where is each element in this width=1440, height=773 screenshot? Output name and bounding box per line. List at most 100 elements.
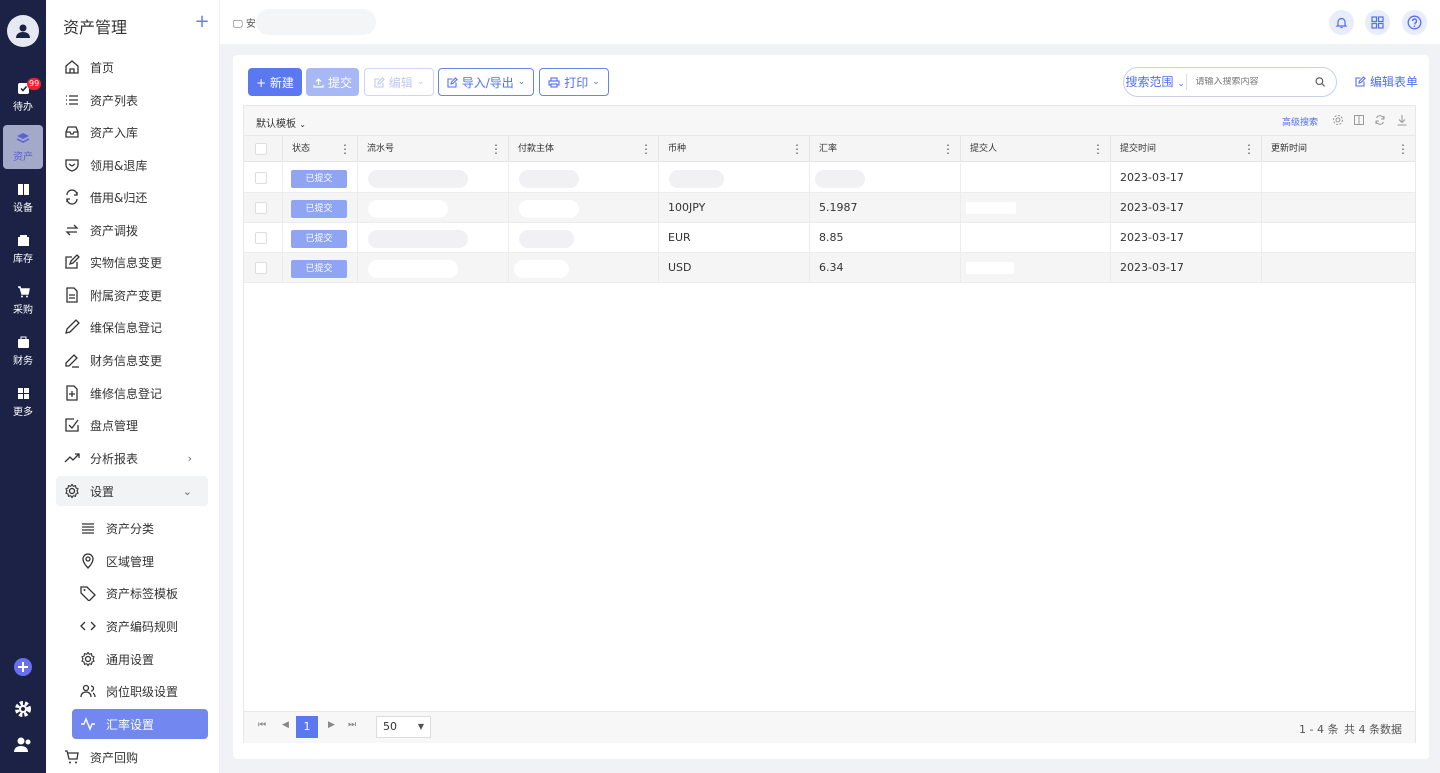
location-icon	[82, 553, 94, 569]
rail-item-assets[interactable]: 资产	[3, 125, 43, 169]
menu-item-physical-change[interactable]: 实物信息变更	[56, 247, 208, 277]
first-page-icon[interactable]: ⏮	[258, 720, 266, 730]
settings-icon[interactable]	[1332, 114, 1344, 126]
menu-item-label: 盘点管理	[90, 418, 139, 433]
menu-item-maintenance-register[interactable]: 维保信息登记	[56, 312, 208, 342]
download-icon[interactable]	[1396, 114, 1408, 126]
column-menu-icon[interactable]: ⋮	[490, 136, 502, 162]
rail-item-todo[interactable]: 待办 99	[3, 75, 43, 119]
rail-users-button[interactable]	[12, 734, 34, 756]
column-header-rate[interactable]: 汇率 ⋮	[810, 136, 961, 162]
column-menu-icon[interactable]: ⋮	[1092, 136, 1104, 162]
edit-button[interactable]: 编辑 ⌄	[364, 68, 434, 96]
submenu-item-general[interactable]: 通用设置	[72, 644, 208, 674]
menu-item-label: 资产调拨	[90, 223, 139, 238]
column-header-currency[interactable]: 币种 ⋮	[659, 136, 810, 162]
menu-item-settings[interactable]: 设置 ⌄	[56, 476, 208, 506]
table-row[interactable]: 已提交 2023-03-17	[244, 163, 1415, 193]
menu-item-receive-return[interactable]: 领用&退库	[56, 150, 208, 180]
column-header-serial[interactable]: 流水号 ⋮	[358, 136, 509, 162]
menu-item-reports[interactable]: 分析报表 ›	[56, 443, 208, 473]
notification-button[interactable]	[1329, 10, 1354, 35]
menu-item-home[interactable]: 首页	[56, 52, 208, 82]
next-page-icon[interactable]: ▶	[328, 720, 335, 730]
row-checkbox[interactable]	[255, 172, 267, 184]
columns-icon[interactable]	[1353, 114, 1365, 126]
rail-item-device[interactable]: 设备	[3, 176, 43, 220]
redacted-value	[519, 230, 574, 248]
table-row[interactable]: 已提交 USD 6.34 2023-03-17	[244, 253, 1415, 283]
rail-item-inventory[interactable]: 库存	[3, 227, 43, 271]
menu-item-asset-list[interactable]: 资产列表	[56, 85, 208, 115]
menu-item-buyback[interactable]: 资产回购	[56, 742, 208, 772]
print-button[interactable]: 打印 ⌄	[539, 68, 609, 96]
column-menu-icon[interactable]: ⋮	[339, 136, 351, 162]
rail-label-device: 设备	[13, 202, 33, 214]
column-header-submitter[interactable]: 提交人 ⋮	[961, 136, 1111, 162]
last-page-icon[interactable]: ⏭	[348, 720, 356, 730]
table-header: 状态 ⋮ 流水号 ⋮ 付款主体 ⋮ 币种 ⋮ 汇率 ⋮ 提交人 ⋮ 提交时间 ⋮ 更新时间 ⋮	[244, 136, 1415, 162]
chevron-down-icon: ⌄	[299, 120, 306, 129]
search-scope-dropdown[interactable]: 搜索范围 ⌄	[1124, 74, 1188, 90]
column-menu-icon[interactable]: ⋮	[791, 136, 803, 162]
rail-settings-button[interactable]	[12, 698, 34, 720]
cart-icon	[65, 750, 79, 764]
column-menu-icon[interactable]: ⋮	[942, 136, 954, 162]
menu-item-finance-change[interactable]: 财务信息变更	[56, 345, 208, 375]
rail-item-purchase[interactable]: 采购	[3, 278, 43, 322]
template-dropdown[interactable]: 默认模板 ⌄	[256, 115, 306, 130]
new-button[interactable]: + 新建	[248, 68, 302, 96]
select-all-checkbox[interactable]	[255, 143, 267, 155]
submenu-item-area[interactable]: 区域管理	[72, 546, 208, 576]
apps-button[interactable]	[1365, 10, 1390, 35]
rail-add-button[interactable]	[12, 656, 34, 678]
refresh-icon[interactable]	[1374, 114, 1386, 126]
submenu-item-exchange-rate[interactable]: 汇率设置	[72, 709, 208, 739]
advanced-search-link[interactable]: 高级搜索	[1282, 115, 1318, 128]
row-checkbox[interactable]	[255, 202, 267, 214]
chevron-down-icon: ⌄	[1177, 79, 1185, 89]
menu-item-borrow-return[interactable]: 借用&归还	[56, 182, 208, 212]
menu-item-transfer[interactable]: 资产调拨	[56, 215, 208, 245]
help-button[interactable]	[1402, 10, 1427, 35]
menu-add-button[interactable]: +	[194, 13, 210, 31]
app-rail: 待办 99 资产 设备 库存 采购 财务 更多	[0, 0, 46, 773]
import-export-button[interactable]: 导入/导出 ⌄	[438, 68, 534, 96]
page-number-current[interactable]: 1	[296, 716, 318, 738]
user-avatar[interactable]	[7, 15, 39, 47]
submenu-item-code-rule[interactable]: 资产编码规则	[72, 611, 208, 641]
row-checkbox[interactable]	[255, 232, 267, 244]
edit-form-button[interactable]: 编辑表单	[1355, 73, 1418, 90]
submenu-item-asset-category[interactable]: 资产分类	[72, 513, 208, 543]
column-menu-icon[interactable]: ⋮	[640, 136, 652, 162]
redacted-value	[669, 170, 724, 188]
rail-label-assets: 资产	[13, 151, 33, 163]
rail-item-more[interactable]: 更多	[3, 380, 43, 424]
prev-page-icon[interactable]: ◀	[282, 720, 289, 730]
menu-item-repair-register[interactable]: 维修信息登记	[56, 378, 208, 408]
caret-down-icon: ▼	[417, 722, 424, 731]
column-header-payer[interactable]: 付款主体 ⋮	[509, 136, 659, 162]
column-menu-icon[interactable]: ⋮	[1397, 136, 1409, 162]
submit-button[interactable]: 提交	[306, 68, 359, 96]
table-row[interactable]: 已提交 EUR 8.85 2023-03-17	[244, 223, 1415, 253]
row-checkbox[interactable]	[255, 262, 267, 274]
column-header-label: 付款主体	[518, 144, 555, 154]
column-header-update-time[interactable]: 更新时间 ⋮	[1262, 136, 1415, 162]
column-header-label: 提交人	[970, 144, 998, 154]
column-header-submit-time[interactable]: 提交时间 ⋮	[1111, 136, 1262, 162]
submenu-item-label-template[interactable]: 资产标签模板	[72, 578, 208, 608]
grid-icon	[17, 387, 29, 399]
rail-item-finance[interactable]: 财务	[3, 329, 43, 373]
search-icon[interactable]	[1315, 76, 1326, 88]
search-input[interactable]	[1187, 77, 1316, 87]
column-header-status[interactable]: 状态 ⋮	[283, 136, 358, 162]
menu-item-accessory-change[interactable]: 附属资产变更	[56, 280, 208, 310]
column-menu-icon[interactable]: ⋮	[1243, 136, 1255, 162]
sync-icon	[66, 189, 78, 205]
menu-item-stocktake[interactable]: 盘点管理	[56, 410, 208, 440]
page-size-select[interactable]: 50 ▼	[376, 716, 431, 738]
menu-item-asset-inbound[interactable]: 资产入库	[56, 117, 208, 147]
table-row[interactable]: 已提交 100JPY 5.1987 2023-03-17	[244, 193, 1415, 223]
submenu-item-position[interactable]: 岗位职级设置	[72, 676, 208, 706]
